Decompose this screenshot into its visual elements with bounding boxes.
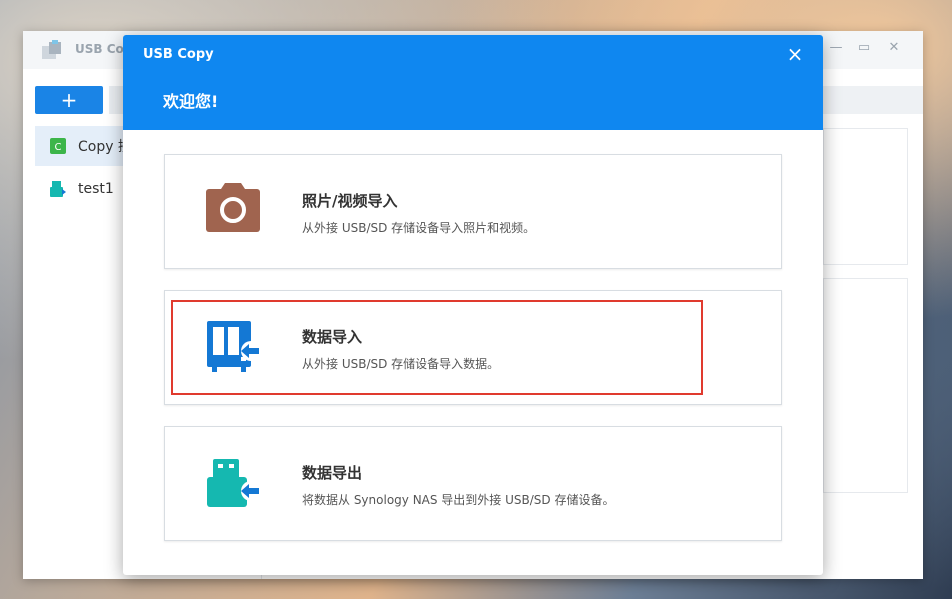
sidebar-item-label: test1 [78, 181, 114, 197]
option-title: 数据导出 [302, 464, 363, 482]
data-import-option[interactable]: 数据导入 从外接 USB/SD 存储设备导入数据。 [164, 290, 782, 405]
usb-export-icon [207, 459, 261, 507]
dialog-title: USB Copy [143, 47, 214, 62]
nas-import-icon [207, 321, 261, 372]
camera-icon [206, 183, 260, 232]
welcome-text: 欢迎您! [163, 92, 219, 111]
usb-task-icon [50, 181, 66, 197]
option-title: 数据导入 [302, 328, 363, 346]
svg-text:C: C [55, 142, 62, 153]
copy-task-icon: C [50, 138, 66, 154]
task-panel-top [823, 128, 908, 265]
task-panel-bottom [823, 278, 908, 493]
option-title: 照片/视频导入 [302, 192, 398, 210]
minimize-icon[interactable]: — [829, 41, 843, 55]
dialog-header: USB Copy × 欢迎您! [123, 35, 823, 130]
photo-video-import-option[interactable]: 照片/视频导入 从外接 USB/SD 存储设备导入照片和视频。 [164, 154, 782, 269]
data-export-option[interactable]: 数据导出 将数据从 Synology NAS 导出到外接 USB/SD 存储设备… [164, 426, 782, 541]
option-description: 从外接 USB/SD 存储设备导入数据。 [302, 357, 500, 371]
usb-copy-welcome-dialog: USB Copy × 欢迎您! 照片/视频导入 从外接 USB/SD 存储设备导… [123, 35, 823, 575]
close-icon[interactable]: × [785, 43, 805, 65]
option-description: 从外接 USB/SD 存储设备导入照片和视频。 [302, 221, 536, 235]
add-task-button[interactable]: + [35, 86, 103, 114]
close-window-icon[interactable]: ✕ [887, 41, 901, 55]
background-app-title: USB Co [75, 42, 124, 56]
maximize-icon[interactable]: ▭ [857, 41, 871, 55]
usb-copy-app-icon [42, 40, 61, 59]
option-description: 将数据从 Synology NAS 导出到外接 USB/SD 存储设备。 [302, 493, 615, 507]
